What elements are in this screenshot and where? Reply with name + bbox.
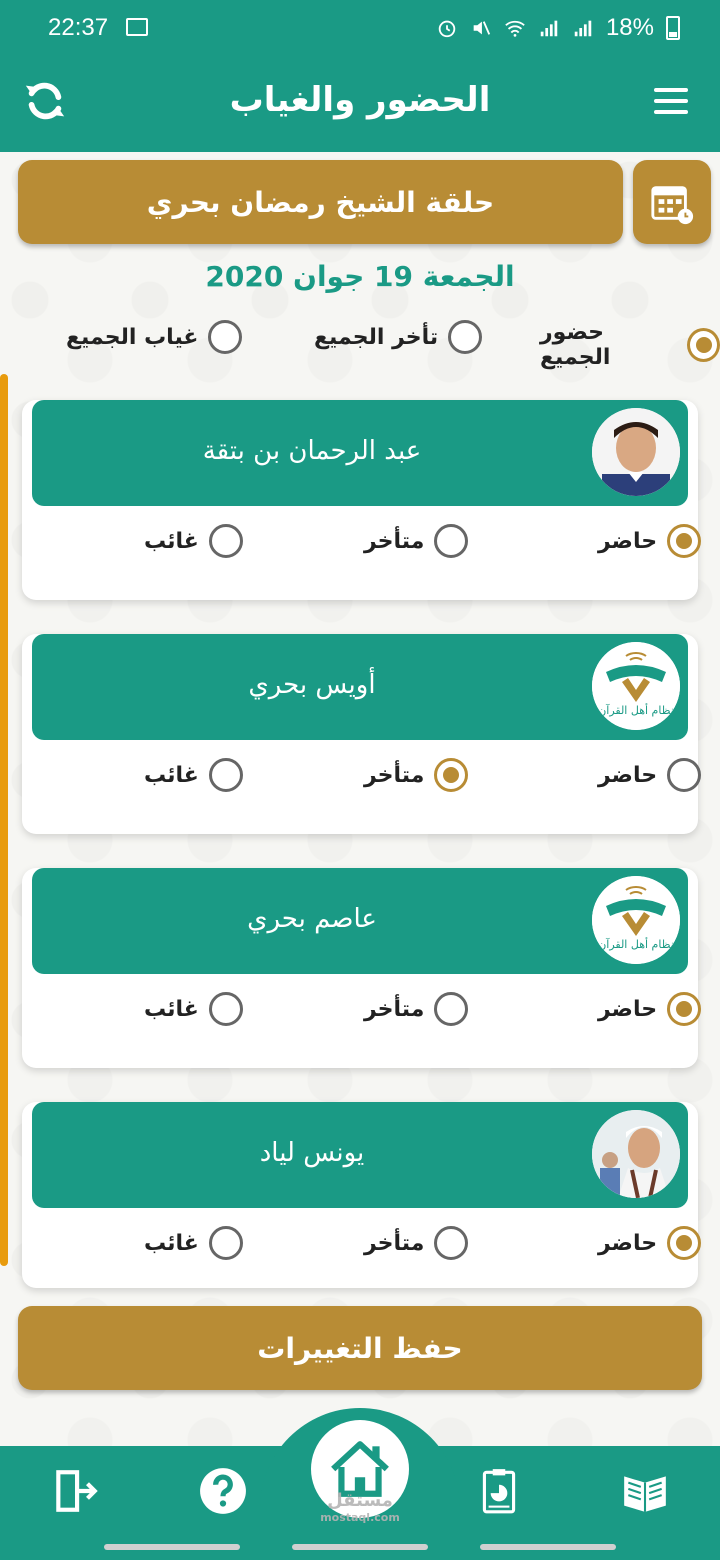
present-label: حاضر: [598, 1230, 658, 1256]
student-header: عبد الرحمان بن بتقة: [32, 400, 688, 506]
late-all-option[interactable]: تأخر الجميع: [314, 320, 483, 354]
student-name: عاصم بحري: [247, 904, 377, 934]
present-radio[interactable]: [667, 1226, 702, 1260]
late-label: متأخر: [364, 762, 425, 788]
late-option[interactable]: متأخر: [364, 1226, 469, 1260]
student-name: عبد الرحمان بن بتقة: [202, 436, 422, 466]
logo-avatar: نظام أهل القرآن: [592, 642, 680, 730]
logout-icon[interactable]: [50, 1466, 100, 1516]
absent-label: غائب: [144, 528, 199, 554]
absent-radio[interactable]: [208, 758, 243, 792]
absent-all-radio[interactable]: [208, 320, 243, 354]
present-label: حاضر: [598, 996, 658, 1022]
session-date: الجمعة 19 جوان 2020: [205, 260, 515, 293]
student-name: يونس لياد: [259, 1138, 365, 1168]
wifi-icon: [505, 20, 525, 37]
logo-avatar: نظام أهل القرآن: [592, 876, 680, 964]
help-icon[interactable]: [198, 1466, 248, 1516]
gesture-bar-left: [104, 1544, 240, 1550]
absent-label: غائب: [144, 762, 199, 788]
app-bar: الحضور والغياب: [0, 56, 720, 152]
present-radio[interactable]: [667, 524, 702, 558]
avatar: [592, 408, 680, 496]
student-card: عبد الرحمان بن بتقة حاضر متأخر غائب: [22, 400, 702, 600]
logo-text: نظام أهل القرآن: [598, 937, 674, 951]
scroll-indicator[interactable]: [0, 374, 8, 1266]
student-header: أويس بحري نظام أهل القرآن: [32, 634, 688, 740]
present-radio[interactable]: [667, 992, 702, 1026]
absent-radio[interactable]: [208, 1226, 243, 1260]
present-option[interactable]: حاضر: [598, 1226, 702, 1260]
late-label: متأخر: [364, 996, 425, 1022]
late-label: متأخر: [364, 1230, 425, 1256]
avatar: [592, 1110, 680, 1198]
late-option[interactable]: متأخر: [364, 524, 469, 558]
battery-icon: [666, 16, 680, 40]
calendar-icon: [651, 186, 694, 225]
present-radio[interactable]: [667, 758, 702, 792]
late-radio[interactable]: [434, 758, 469, 792]
student-card: أويس بحري نظام أهل القرآن حاضر متأخر غائ…: [22, 634, 702, 834]
absent-option[interactable]: غائب: [144, 524, 243, 558]
signal-icon: [540, 20, 558, 37]
absent-all-label: غياب الجميع: [66, 324, 199, 350]
calendar-button[interactable]: [633, 160, 711, 244]
image-notification-icon: [126, 18, 148, 36]
late-label: متأخر: [364, 528, 425, 554]
absent-label: غائب: [144, 996, 199, 1022]
halaqa-label: حلقة الشيخ رمضان بحري: [146, 185, 495, 219]
student-name: أويس بحري: [248, 670, 376, 700]
absent-radio[interactable]: [208, 524, 243, 558]
absent-all-option[interactable]: غياب الجميع: [66, 320, 243, 354]
alarm-icon: [438, 20, 456, 38]
absent-option[interactable]: غائب: [144, 992, 243, 1026]
late-radio[interactable]: [434, 992, 469, 1026]
present-option[interactable]: حاضر: [598, 992, 702, 1026]
absent-radio[interactable]: [208, 992, 243, 1026]
gesture-bar-right: [480, 1544, 616, 1550]
menu-icon[interactable]: [654, 88, 688, 114]
present-option[interactable]: حاضر: [598, 524, 702, 558]
late-all-label: تأخر الجميع: [314, 324, 439, 350]
watermark: مستقل mostaql.com: [300, 1490, 420, 1524]
present-all-radio[interactable]: [687, 328, 720, 362]
logo-text: نظام أهل القرآن: [598, 703, 674, 717]
present-label: حاضر: [598, 762, 658, 788]
gesture-bar-center: [292, 1544, 428, 1550]
late-radio[interactable]: [434, 524, 469, 558]
student-header: يونس لياد: [32, 1102, 688, 1208]
watermark-sub: mostaql.com: [320, 1511, 400, 1524]
student-card: عاصم بحري نظام أهل القرآن حاضر متأخر غائ…: [22, 868, 702, 1068]
absent-option[interactable]: غائب: [144, 1226, 243, 1260]
mute-icon: [473, 21, 491, 35]
signal-icon-2: [574, 20, 592, 37]
status-bar: 22:37 18%: [0, 0, 720, 56]
page-title: الحضور والغياب: [229, 80, 491, 120]
absent-option[interactable]: غائب: [144, 758, 243, 792]
student-card: يونس لياد حاضر متأخر غائب: [22, 1102, 702, 1288]
watermark-main: مستقل: [327, 1490, 393, 1511]
present-option[interactable]: حاضر: [598, 758, 702, 792]
report-icon[interactable]: [474, 1466, 524, 1516]
halaqa-selector-button[interactable]: حلقة الشيخ رمضان بحري: [18, 160, 623, 244]
save-changes-button[interactable]: حفظ التغييرات: [18, 1306, 702, 1390]
student-header: عاصم بحري نظام أهل القرآن: [32, 868, 688, 974]
absent-label: غائب: [144, 1230, 199, 1256]
quran-book-icon[interactable]: [620, 1466, 670, 1516]
present-all-option[interactable]: حضور الجميع: [540, 320, 720, 370]
late-radio[interactable]: [434, 1226, 469, 1260]
save-changes-label: حفظ التغييرات: [257, 1331, 463, 1365]
late-option[interactable]: متأخر: [364, 992, 469, 1026]
present-all-label: حضور الجميع: [540, 320, 611, 370]
status-time: 22:37: [48, 14, 109, 41]
present-label: حاضر: [598, 528, 658, 554]
late-option[interactable]: متأخر: [364, 758, 469, 792]
battery-percent: 18%: [605, 14, 654, 41]
late-all-radio[interactable]: [448, 320, 483, 354]
